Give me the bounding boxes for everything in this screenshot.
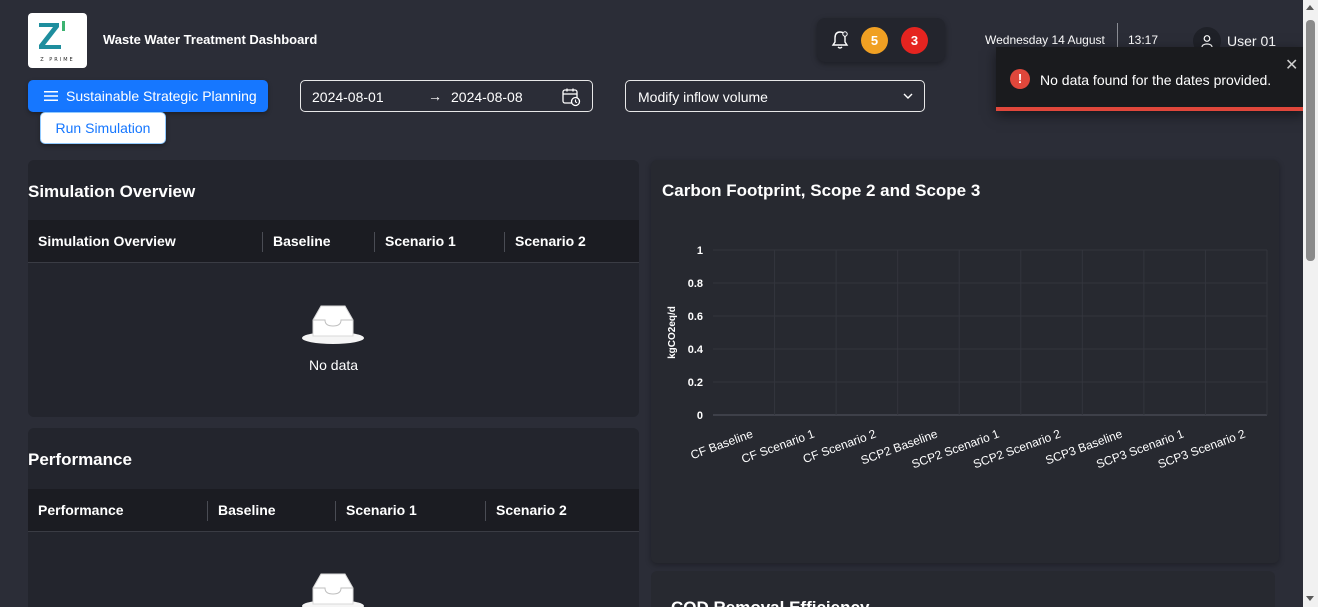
performance-title: Performance — [28, 450, 132, 469]
column-header: Scenario 1 — [385, 233, 456, 249]
y-tick-label: 0.6 — [688, 311, 703, 323]
error-icon: ! — [1010, 69, 1030, 89]
bell-icon[interactable] — [831, 30, 849, 50]
date-arrow-icon: → — [428, 88, 442, 104]
current-time: 13:17 — [1128, 33, 1159, 47]
column-divider — [335, 501, 336, 521]
logo-z-icon — [39, 21, 65, 49]
empty-state-text: No data — [309, 357, 359, 373]
y-tick-label: 0.2 — [688, 377, 703, 389]
column-divider — [207, 501, 208, 521]
scroll-down-arrow-icon[interactable] — [1306, 596, 1314, 601]
scrollbar-thumb[interactable] — [1306, 20, 1315, 261]
run-simulation-button[interactable]: Run Simulation — [40, 112, 166, 144]
y-tick-label: 0 — [697, 410, 703, 422]
empty-inbox-icon — [302, 305, 364, 344]
performance-table-header: Performance Baseline Scenario 1 Scenario… — [28, 489, 639, 532]
date-range-picker[interactable]: 2024-08-01 → 2024-08-08 — [300, 80, 593, 112]
toast-message: No data found for the dates provided. — [1040, 72, 1272, 88]
simulation-overview-title: Simulation Overview — [28, 182, 196, 201]
sustainable-planning-button[interactable]: Sustainable Strategic Planning — [28, 80, 268, 112]
inflow-volume-value: Modify inflow volume — [638, 89, 768, 105]
column-header: Scenario 1 — [346, 502, 417, 518]
column-header: Scenario 2 — [515, 233, 586, 249]
sustainable-planning-label: Sustainable Strategic Planning — [66, 88, 257, 104]
inflow-volume-select[interactable]: Modify inflow volume — [625, 80, 925, 112]
error-toast: ! No data found for the dates provided. … — [996, 47, 1305, 111]
header-divider — [1117, 23, 1118, 49]
calendar-icon[interactable] — [561, 87, 581, 107]
column-divider — [485, 501, 486, 521]
column-header: Baseline — [273, 233, 331, 249]
close-icon[interactable]: ✕ — [1285, 55, 1298, 75]
column-divider — [374, 232, 375, 252]
cod-removal-title: COD Removal Efficiency — [671, 598, 869, 607]
y-tick-label: 0.8 — [688, 278, 703, 290]
column-header: Performance — [38, 502, 124, 518]
y-tick-label: 0.4 — [688, 344, 704, 356]
warning-count-badge[interactable]: 5 — [861, 27, 888, 54]
cod-removal-panel: COD Removal Efficiency — [651, 571, 1275, 607]
y-axis-label: kgCO2eq/d — [667, 306, 678, 359]
carbon-footprint-chart: 00.20.40.60.81CF BaselineCF Scenario 1CF… — [667, 245, 1268, 471]
performance-panel: Performance Performance Baseline Scenari… — [28, 428, 639, 607]
chevron-down-icon — [903, 93, 913, 99]
y-tick-label: 1 — [697, 245, 703, 257]
end-date-input[interactable]: 2024-08-08 — [451, 89, 523, 105]
app-logo: Z PRIME — [28, 13, 87, 68]
carbon-footprint-panel: Carbon Footprint, Scope 2 and Scope 3 0 0… — [651, 160, 1279, 563]
scroll-up-arrow-icon[interactable] — [1306, 5, 1314, 10]
current-date: Wednesday 14 August — [985, 33, 1105, 47]
column-divider — [504, 232, 505, 252]
column-header: Scenario 2 — [496, 502, 567, 518]
column-divider — [262, 232, 263, 252]
column-header: Simulation Overview — [38, 233, 176, 249]
logo-text: Z PRIME — [40, 57, 75, 63]
menu-icon — [44, 91, 58, 101]
notification-area: 5 3 — [817, 18, 945, 62]
alert-count-badge[interactable]: 3 — [901, 27, 928, 54]
start-date-input[interactable]: 2024-08-01 — [312, 89, 384, 105]
simulation-overview-panel: Simulation Overview Simulation Overview … — [28, 160, 639, 417]
chart-title: Carbon Footprint, Scope 2 and Scope 3 — [662, 181, 981, 200]
app-title: Waste Water Treatment Dashboard — [103, 32, 318, 47]
column-header: Baseline — [218, 502, 276, 518]
simulation-table-header: Simulation Overview Baseline Scenario 1 … — [28, 220, 639, 263]
empty-inbox-icon — [302, 573, 364, 607]
